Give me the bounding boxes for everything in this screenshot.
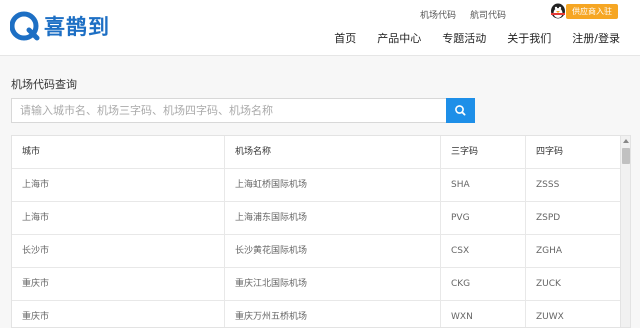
toplink-airline-code[interactable]: 航司代码 <box>470 8 506 21</box>
supplier-join-button[interactable]: 供应商入驻 <box>566 4 618 19</box>
nav-events[interactable]: 专题活动 <box>442 30 486 46</box>
search-button[interactable] <box>446 98 475 123</box>
penguin-mascot-icon <box>548 1 568 19</box>
search-input[interactable] <box>11 98 447 123</box>
cell-icao-code: ZSSS <box>536 180 560 190</box>
nav-home[interactable]: 首页 <box>334 30 356 46</box>
cell-city: 重庆市 <box>12 268 225 301</box>
cell-city: 上海市 <box>12 169 225 202</box>
table-scrollbar[interactable] <box>620 136 630 327</box>
table-row[interactable]: 重庆市 重庆万州五桥机场 WXN ZUWX <box>12 301 620 327</box>
cell-city: 长沙市 <box>12 235 225 268</box>
cell-iata-code: PVG <box>441 202 526 235</box>
brand-logo[interactable]: 喜鹊到 <box>9 11 110 41</box>
scroll-up-arrow-icon[interactable] <box>623 139 629 143</box>
table-row[interactable]: 上海市 上海浦东国际机场 PVG ZSPD <box>12 202 620 235</box>
cell-airport-name: 上海浦东国际机场 <box>225 202 441 235</box>
cell-iata-code: CKG <box>441 268 526 301</box>
column-header-city: 城市 <box>12 136 225 169</box>
table-row[interactable]: 重庆市 重庆江北国际机场 CKG ZUCK <box>12 268 620 301</box>
cell-icao-code: ZUCK <box>536 279 561 289</box>
cell-airport-name: 上海虹桥国际机场 <box>225 169 441 202</box>
search-bar <box>11 98 475 123</box>
nav-register-login[interactable]: 注册/登录 <box>572 30 620 46</box>
cell-icao-code: ZUWX <box>536 312 564 322</box>
table-row[interactable]: 长沙市 长沙黄花国际机场 CSX ZGHA <box>12 235 620 268</box>
site-header: 喜鹊到 机场代码 航司代码 供应商入驻 首页 产品中心 专题活动 关于我们 注册… <box>0 0 640 56</box>
cell-iata-code: SHA <box>441 169 526 202</box>
table-row[interactable]: 上海市 上海虹桥国际机场 SHA ZSSS <box>12 169 620 202</box>
column-header-iata-code: 三字码 <box>441 136 526 169</box>
cell-icao-code: ZSPD <box>536 213 561 223</box>
cell-airport-name: 重庆江北国际机场 <box>225 268 441 301</box>
toplink-airport-code[interactable]: 机场代码 <box>420 8 456 21</box>
logo-icon <box>9 11 40 41</box>
nav-about[interactable]: 关于我们 <box>507 30 551 46</box>
cell-city: 重庆市 <box>12 301 225 327</box>
top-links: 机场代码 航司代码 <box>420 8 506 21</box>
cell-airport-name: 长沙黄花国际机场 <box>225 235 441 268</box>
airport-code-table: 城市 机场名称 三字码 四字码 上海市 上海虹桥国际机场 SHA ZSSS 上海… <box>11 135 631 328</box>
column-header-icao-code: 四字码 <box>536 147 564 157</box>
main-nav: 首页 产品中心 专题活动 关于我们 注册/登录 <box>313 30 620 46</box>
column-header-airport-name: 机场名称 <box>225 136 441 169</box>
table-header-row: 城市 机场名称 三字码 四字码 <box>12 136 620 169</box>
cell-city: 上海市 <box>12 202 225 235</box>
search-icon <box>455 105 466 116</box>
nav-products[interactable]: 产品中心 <box>377 30 421 46</box>
cell-icao-code: ZGHA <box>536 246 563 256</box>
cell-iata-code: CSX <box>441 235 526 268</box>
scrollbar-thumb[interactable] <box>622 148 630 164</box>
brand-name: 喜鹊到 <box>44 15 110 39</box>
cell-airport-name: 重庆万州五桥机场 <box>225 301 441 327</box>
cell-iata-code: WXN <box>441 301 526 327</box>
page-title: 机场代码查询 <box>11 78 77 91</box>
